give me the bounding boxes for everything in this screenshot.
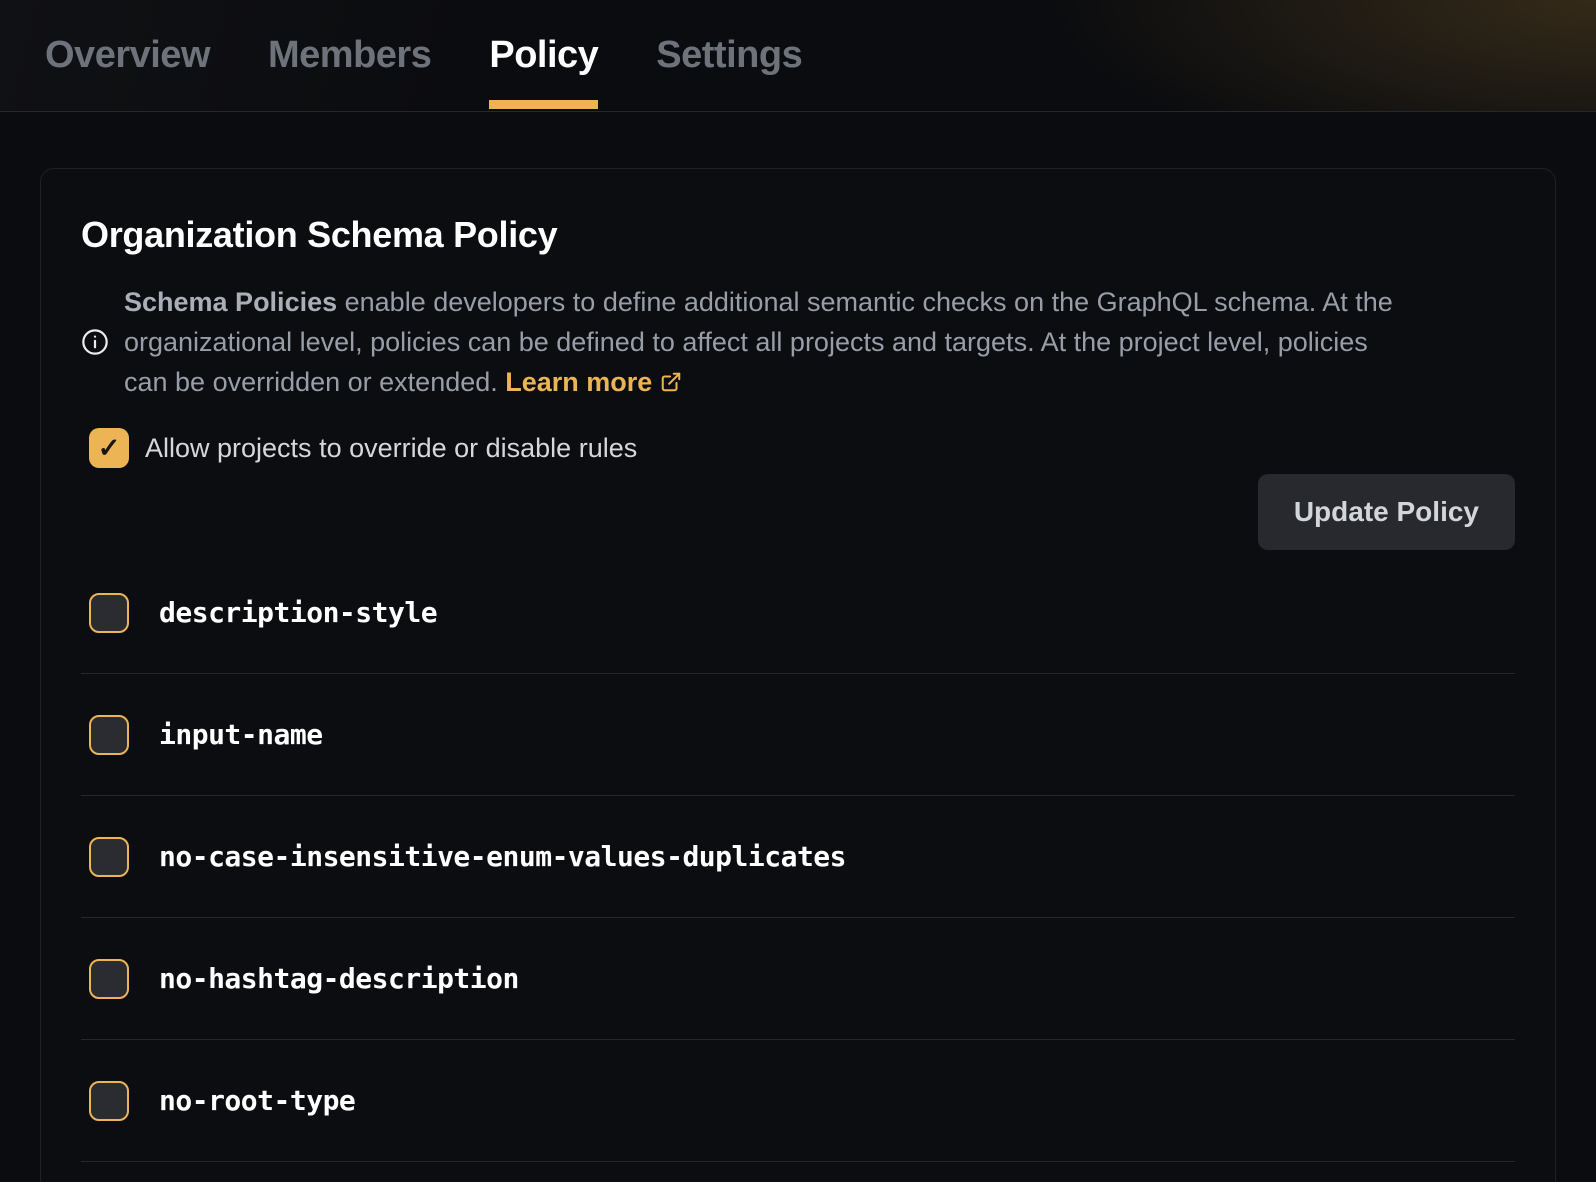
allow-override-checkbox[interactable]: ✓ [89,428,129,468]
rule-row: no-case-insensitive-enum-values-duplicat… [81,796,1515,918]
description-line: Schema Policies enable developers to def… [124,282,1393,322]
learn-more-label: Learn more [505,367,652,397]
tab-policy[interactable]: Policy [489,0,598,111]
rule-checkbox[interactable] [89,715,129,755]
description-line: organizational level, policies can be de… [124,322,1393,362]
description-text: can be overridden or extended. [124,367,505,397]
description-text: enable developers to define additional s… [337,287,1393,317]
tab-members[interactable]: Members [268,0,431,111]
page-title: Organization Schema Policy [81,213,1515,256]
description-lead: Schema Policies [124,287,337,317]
policy-description: Schema Policies enable developers to def… [124,282,1393,402]
learn-more-link[interactable]: Learn more [505,367,682,397]
tab-overview[interactable]: Overview [45,0,210,111]
actions-row: Update Policy [81,474,1515,550]
rule-name: no-case-insensitive-enum-values-duplicat… [159,840,846,873]
rule-row: description-style [81,552,1515,674]
rule-name: input-name [159,718,323,751]
policy-card: Organization Schema Policy Schema Polici… [40,168,1556,1182]
rule-checkbox[interactable] [89,837,129,877]
rule-name: description-style [159,596,437,629]
rule-name: no-hashtag-description [159,962,519,995]
description-text: organizational level, policies can be de… [124,327,1368,357]
rule-name: no-root-type [159,1084,355,1117]
allow-override-label[interactable]: Allow projects to override or disable ru… [145,433,637,464]
description-line: can be overridden or extended. Learn mor… [124,362,1393,402]
policy-description-row: Schema Policies enable developers to def… [81,282,1515,402]
external-link-icon [660,371,682,393]
allow-override-row[interactable]: ✓ Allow projects to override or disable … [89,428,637,468]
info-icon [81,328,109,356]
rule-checkbox[interactable] [89,959,129,999]
rules-list: description-style input-name no-case-ins… [81,552,1515,1162]
rule-row: no-hashtag-description [81,918,1515,1040]
check-icon: ✓ [98,433,121,464]
tab-settings[interactable]: Settings [656,0,802,111]
page-content: Organization Schema Policy Schema Polici… [0,168,1596,1182]
rule-checkbox[interactable] [89,1081,129,1121]
update-policy-button[interactable]: Update Policy [1258,474,1515,550]
tab-bar: Overview Members Policy Settings [0,0,1596,112]
screen: Overview Members Policy Settings Organiz… [0,0,1596,1182]
rule-row: no-root-type [81,1040,1515,1162]
rule-checkbox[interactable] [89,593,129,633]
rule-row: input-name [81,674,1515,796]
